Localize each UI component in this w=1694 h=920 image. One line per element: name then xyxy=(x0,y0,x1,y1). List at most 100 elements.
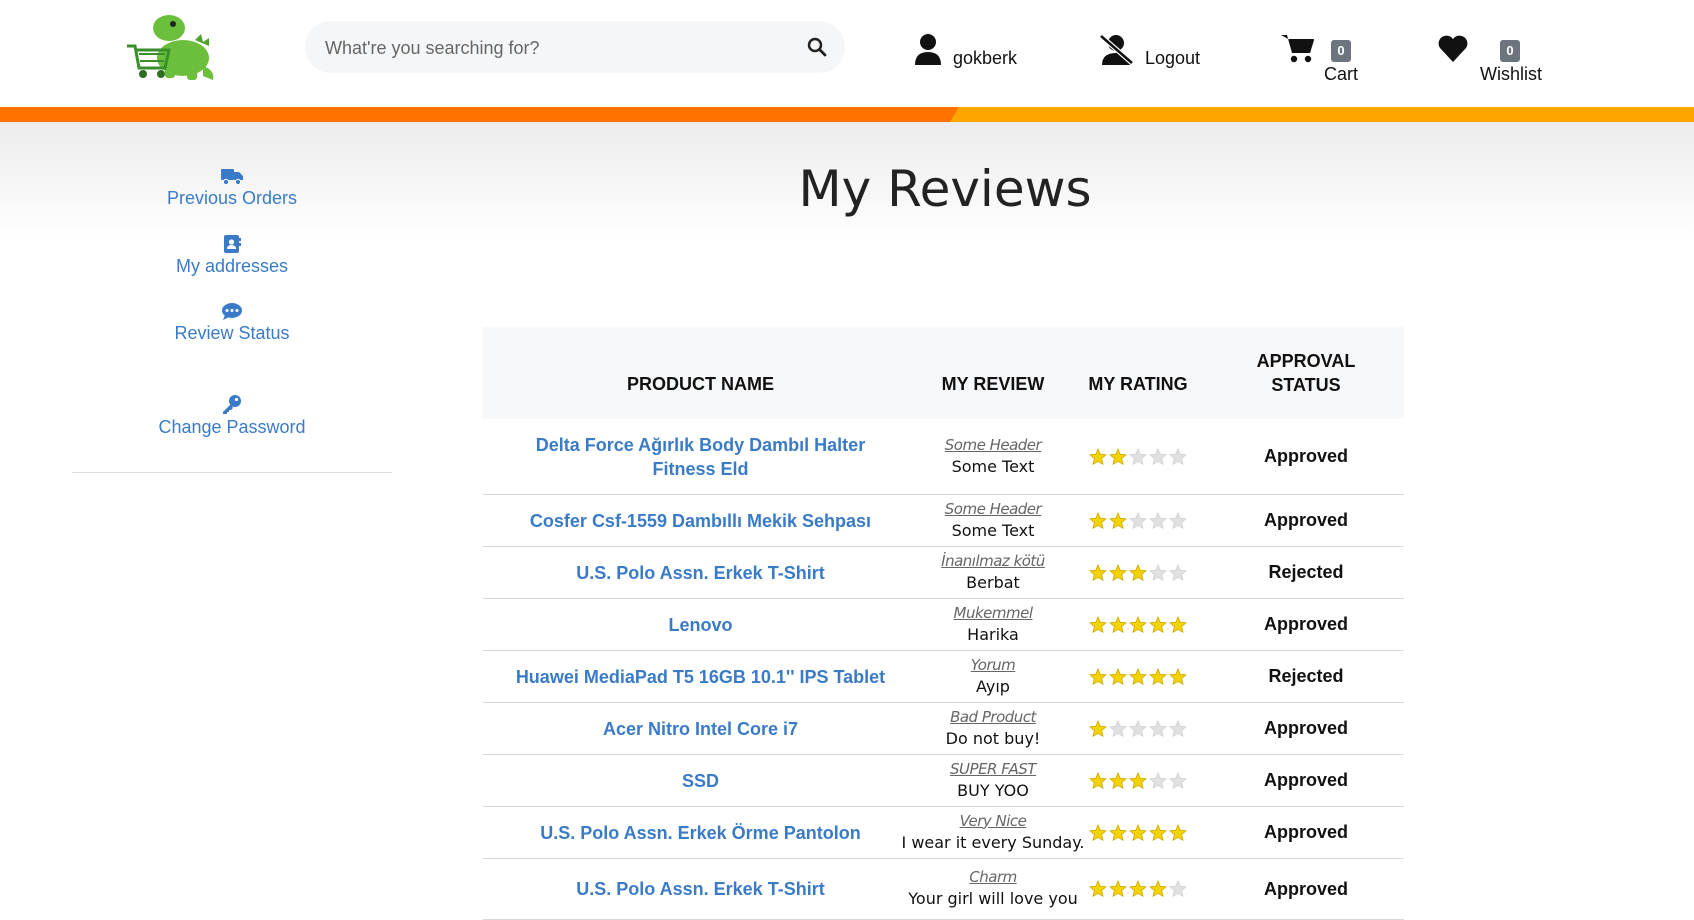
approval-status-cell: Rejected xyxy=(1208,547,1404,598)
column-header-approval-status-line2: STATUS xyxy=(1271,375,1341,395)
site-header: gokberk Logout 0 Cart 0 Wishlist xyxy=(0,0,1694,107)
search-bar xyxy=(305,21,845,75)
cart-link[interactable]: 0 Cart xyxy=(1281,33,1381,85)
logout-link[interactable]: Logout xyxy=(1098,33,1208,73)
product-name-link[interactable]: SSD xyxy=(662,769,739,793)
star-rating xyxy=(1089,667,1187,686)
sidebar-item-previous-orders[interactable]: Previous Orders xyxy=(72,168,392,209)
table-body: Delta Force Ağırlık Body Dambıl Halter F… xyxy=(483,419,1404,920)
star-filled-icon xyxy=(1089,563,1107,581)
star-rating xyxy=(1089,563,1187,582)
rating-cell xyxy=(1068,419,1208,494)
review-header: Some Header xyxy=(944,499,1042,518)
star-filled-icon xyxy=(1109,667,1127,685)
star-rating xyxy=(1089,447,1187,466)
sidebar-item-label: Change Password xyxy=(158,417,306,437)
approval-status: Approved xyxy=(1263,770,1348,790)
review-cell: SUPER FAST BUY YOO xyxy=(918,755,1068,806)
sidebar-item-my-addresses[interactable]: My addresses xyxy=(72,235,392,277)
review-cell: Charm Your girl will love you xyxy=(908,859,1078,919)
rating-cell xyxy=(1068,599,1208,650)
dinosaur-logo[interactable] xyxy=(125,10,217,82)
star-empty-icon xyxy=(1169,563,1187,581)
table-row: Acer Nitro Intel Core i7 Bad Product Do no… xyxy=(483,703,1404,755)
user-slash-icon xyxy=(1099,34,1134,65)
truck-icon xyxy=(221,169,243,185)
review-text: I wear it every Sunday. xyxy=(901,832,1085,852)
star-rating xyxy=(1089,880,1187,898)
header-accent-stripe xyxy=(0,107,1694,122)
product-name-link[interactable]: Acer Nitro Intel Core i7 xyxy=(583,717,818,741)
table-row: U.S. Polo Assn. Erkek T-Shirt Charm Your g… xyxy=(483,859,1404,920)
star-empty-icon xyxy=(1149,719,1167,737)
product-name-link[interactable]: U.S. Polo Assn. Erkek T-Shirt xyxy=(556,877,844,901)
approval-status: Approved xyxy=(1263,718,1348,738)
star-empty-icon xyxy=(1129,447,1147,465)
product-cell: Huawei MediaPad T5 16GB 10.1'' IPS Table… xyxy=(483,651,918,702)
product-name-link[interactable]: Delta Force Ağırlık Body Dambıl Halter F… xyxy=(483,433,918,481)
star-filled-icon xyxy=(1109,771,1127,789)
product-cell: SSD xyxy=(483,755,918,806)
product-cell: Lenovo xyxy=(483,599,918,650)
user-icon xyxy=(915,34,941,65)
product-name-link[interactable]: Huawei MediaPad T5 16GB 10.1'' IPS Table… xyxy=(496,665,905,689)
key-icon xyxy=(223,395,241,414)
star-filled-icon xyxy=(1089,667,1107,685)
approval-status-cell: Approved xyxy=(1208,599,1404,650)
sidebar-item-review-status[interactable]: Review Status xyxy=(72,303,392,344)
star-empty-icon xyxy=(1109,719,1127,737)
table-row: U.S. Polo Assn. Erkek Örme Pantolon Very … xyxy=(483,807,1404,859)
star-filled-icon xyxy=(1129,563,1147,581)
search-input[interactable] xyxy=(323,21,797,75)
star-filled-icon xyxy=(1149,880,1167,898)
approval-status: Rejected xyxy=(1268,666,1344,686)
product-name-link[interactable]: U.S. Polo Assn. Erkek T-Shirt xyxy=(556,561,844,585)
star-filled-icon xyxy=(1129,667,1147,685)
product-cell: U.S. Polo Assn. Erkek Örme Pantolon xyxy=(483,807,918,858)
address-book-icon xyxy=(224,235,241,253)
star-filled-icon xyxy=(1089,823,1107,841)
rating-cell xyxy=(1068,703,1208,754)
approval-status-cell: Rejected xyxy=(1208,651,1404,702)
wishlist-link[interactable]: 0 Wishlist xyxy=(1438,33,1558,85)
column-header-review: MY REVIEW xyxy=(941,374,1045,394)
review-text: BUY YOO xyxy=(957,780,1029,800)
approval-status: Approved xyxy=(1263,614,1348,634)
product-name-link[interactable]: Lenovo xyxy=(648,613,752,637)
product-cell: Cosfer Csf-1559 Dambıllı Mekik Sehpası xyxy=(483,495,918,546)
approval-status-cell: Approved xyxy=(1208,495,1404,546)
product-cell: Delta Force Ağırlık Body Dambıl Halter F… xyxy=(483,419,918,494)
product-name-link[interactable]: U.S. Polo Assn. Erkek Örme Pantolon xyxy=(520,821,880,845)
column-header-approval-status-line1: APPROVAL xyxy=(1256,351,1356,371)
approval-status-cell: Approved xyxy=(1208,807,1404,858)
review-header: Yorum xyxy=(970,655,1016,674)
star-empty-icon xyxy=(1169,880,1187,898)
product-cell: Acer Nitro Intel Core i7 xyxy=(483,703,918,754)
table-row: Delta Force Ağırlık Body Dambıl Halter F… xyxy=(483,419,1404,495)
star-filled-icon xyxy=(1089,447,1107,465)
review-cell: Bad Product Do not buy! xyxy=(918,703,1068,754)
rating-cell xyxy=(1068,651,1208,702)
rating-cell xyxy=(1068,547,1208,598)
table-row: Lenovo Mukemmel Harika Approved xyxy=(483,599,1404,651)
star-empty-icon xyxy=(1169,511,1187,529)
sidebar-item-change-password[interactable]: Change Password xyxy=(72,394,392,438)
star-filled-icon xyxy=(1089,511,1107,529)
review-cell: İnanılmaz kötü Berbat xyxy=(918,547,1068,598)
sidebar-item-label: My addresses xyxy=(175,256,289,276)
review-cell: Yorum Ayıp xyxy=(918,651,1068,702)
approval-status: Approved xyxy=(1263,822,1348,842)
rating-cell xyxy=(1068,755,1208,806)
star-filled-icon xyxy=(1089,615,1107,633)
search-icon[interactable] xyxy=(807,37,827,57)
review-header: Mukemmel xyxy=(953,603,1033,622)
table-row: Huawei MediaPad T5 16GB 10.1'' IPS Table… xyxy=(483,651,1404,703)
star-filled-icon xyxy=(1149,823,1167,841)
product-name-link[interactable]: Cosfer Csf-1559 Dambıllı Mekik Sehpası xyxy=(510,509,891,533)
star-filled-icon xyxy=(1169,823,1187,841)
user-menu[interactable]: gokberk xyxy=(915,33,1025,73)
rating-cell xyxy=(1068,807,1208,858)
review-header: SUPER FAST xyxy=(950,759,1036,778)
cart-icon xyxy=(1281,35,1314,63)
wishlist-count-badge: 0 xyxy=(1500,40,1520,62)
